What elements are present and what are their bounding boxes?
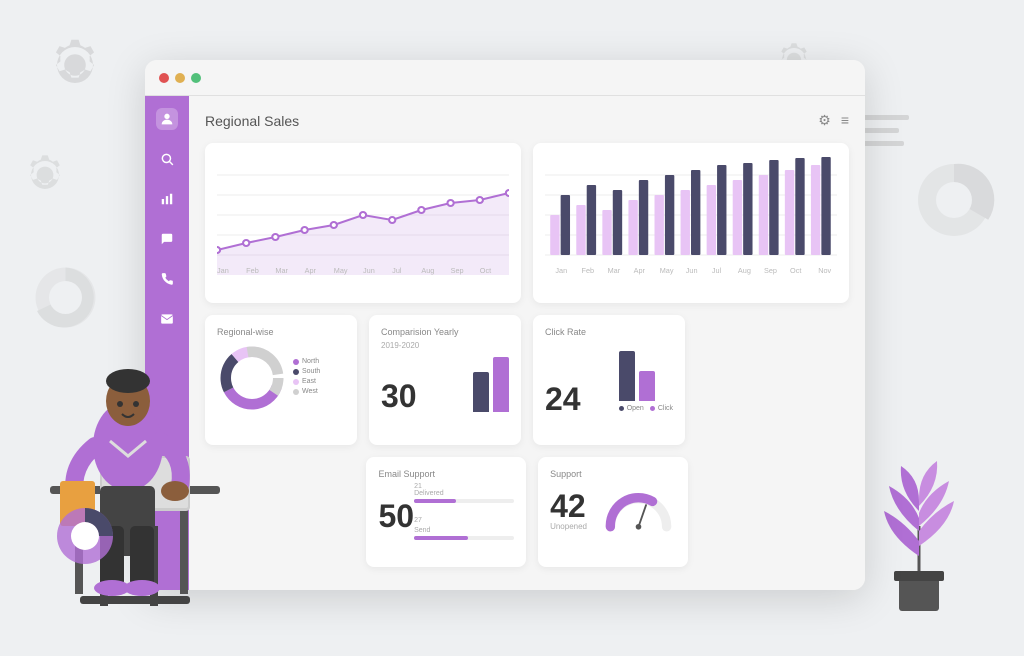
legend-north: North	[293, 358, 320, 365]
header-actions: ⚙ ≡	[818, 112, 849, 129]
close-button[interactable]	[159, 73, 169, 83]
stats-row: Regional-wise	[205, 315, 849, 445]
person-illustration	[20, 246, 240, 626]
support-title: Support	[550, 469, 675, 479]
svg-text:Mar: Mar	[608, 267, 621, 275]
comparison-bar-2	[493, 357, 509, 412]
legend-east: East	[293, 378, 320, 385]
svg-text:Oct: Oct	[790, 267, 801, 275]
bar-chart-card: Jan Feb Mar Apr May Jun Jul Aug Sep Oct …	[533, 143, 849, 303]
email-support-title: Email Support	[378, 469, 514, 479]
bottom-row: Email Support 50 21 Delivered	[205, 457, 849, 567]
svg-text:May: May	[660, 267, 674, 275]
content-header: Regional Sales ⚙ ≡	[205, 112, 849, 129]
minimize-button[interactable]	[175, 73, 185, 83]
click-rate-card: Click Rate 24 Open	[533, 315, 685, 445]
svg-text:Jan: Jan	[555, 267, 567, 275]
click-bar-open	[619, 351, 635, 401]
support-card: Support 42 Unopened	[538, 457, 687, 567]
svg-text:Mar: Mar	[275, 267, 288, 275]
comparison-bar-1	[473, 372, 489, 412]
delivered-bar-fill	[414, 499, 456, 503]
svg-text:Jul: Jul	[712, 267, 722, 275]
legend-click: Click	[650, 405, 673, 412]
support-value: 42	[550, 490, 587, 522]
click-rate-value: 24	[545, 383, 581, 415]
support-gauge	[601, 483, 676, 533]
top-charts-row: Jan Feb Mar Apr May Jun Jul Aug Sep Oct	[205, 143, 849, 303]
click-rate-title: Click Rate	[545, 327, 673, 337]
window-titlebar	[145, 60, 865, 96]
sidebar-icon-chart[interactable]	[156, 188, 178, 210]
svg-text:Oct: Oct	[480, 267, 491, 275]
svg-text:Sep: Sep	[764, 267, 777, 275]
page-title: Regional Sales	[205, 113, 299, 129]
email-support-card: Email Support 50 21 Delivered	[366, 457, 526, 567]
maximize-button[interactable]	[191, 73, 201, 83]
delivered-label: Delivered	[414, 490, 514, 497]
delivered-bar-bg	[414, 499, 514, 503]
main-content: Regional Sales ⚙ ≡	[189, 96, 865, 590]
send-value: 27	[414, 517, 422, 524]
svg-text:Aug: Aug	[421, 267, 434, 275]
comparison-subtitle: 2019-2020	[381, 341, 509, 350]
send-bar-bg	[414, 536, 514, 540]
decorative-pie-right	[909, 155, 999, 245]
gear-icon-top-left	[30, 20, 120, 110]
click-bar-click	[639, 371, 655, 401]
comparison-value: 30	[381, 380, 417, 412]
legend-south: South	[293, 368, 320, 375]
svg-text:Apr: Apr	[305, 267, 317, 275]
scene: Regional Sales ⚙ ≡	[0, 0, 1024, 656]
svg-text:Feb: Feb	[246, 267, 259, 275]
placeholder-top	[697, 315, 849, 445]
svg-text:Apr: Apr	[634, 267, 646, 275]
send-label: Send	[414, 527, 514, 534]
plant-illustration	[869, 456, 969, 616]
svg-text:Feb: Feb	[582, 267, 595, 275]
sidebar-icon-user[interactable]	[156, 108, 178, 130]
svg-text:Aug: Aug	[738, 267, 751, 275]
delivered-progress: 21 Delivered	[414, 483, 514, 503]
bar-chart-svg: Jan Feb Mar Apr May Jun Jul Aug Sep Oct …	[545, 155, 837, 275]
svg-text:Sep: Sep	[451, 267, 464, 275]
svg-text:Jun: Jun	[363, 267, 375, 275]
svg-text:Jun: Jun	[686, 267, 698, 275]
comparison-card: Comparision Yearly 2019-2020 30	[369, 315, 521, 445]
legend-west: West	[293, 388, 320, 395]
svg-text:May: May	[334, 267, 348, 275]
svg-text:Nov: Nov	[818, 267, 831, 275]
legend-open: Open	[619, 405, 644, 412]
gear-icon-bottom-left	[10, 140, 80, 210]
svg-text:Jul: Jul	[392, 267, 402, 275]
send-bar-fill	[414, 536, 468, 540]
line-chart-card: Jan Feb Mar Apr May Jun Jul Aug Sep Oct	[205, 143, 521, 303]
window-controls	[159, 73, 201, 83]
dashboard-window: Regional Sales ⚙ ≡	[145, 60, 865, 590]
menu-icon[interactable]: ≡	[841, 112, 849, 129]
sidebar-icon-search[interactable]	[156, 148, 178, 170]
send-progress: 27 Send	[414, 509, 514, 540]
settings-icon[interactable]: ⚙	[818, 112, 831, 129]
email-support-value: 50	[378, 500, 414, 532]
line-chart-svg: Jan Feb Mar Apr May Jun Jul Aug Sep Oct	[217, 155, 509, 275]
placeholder-bottom-4	[700, 457, 849, 567]
delivered-value: 21	[414, 483, 422, 490]
comparison-title: Comparision Yearly	[381, 327, 509, 337]
support-subtitle: Unopened	[550, 522, 587, 531]
